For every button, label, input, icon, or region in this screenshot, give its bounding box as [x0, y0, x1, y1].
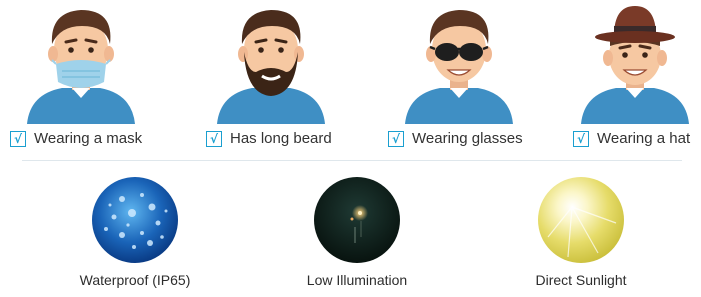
feature-label: Has long beard [230, 130, 332, 147]
feature-hat: √ Wearing a hat [573, 130, 690, 147]
feature-label: Wearing glasses [412, 130, 523, 147]
env-label-direct-sunlight: Direct Sunlight [535, 272, 627, 288]
env-label-waterproof: Waterproof (IP65) [79, 272, 191, 288]
water-drops-icon [92, 177, 178, 263]
avatar-glasses-icon [405, 10, 513, 124]
feature-label: Wearing a mask [34, 130, 143, 147]
checkbox-icon: √ [573, 130, 589, 147]
avatar-mask-icon [27, 10, 135, 124]
checkbox-icon: √ [10, 130, 26, 147]
checkbox-icon: √ [206, 130, 222, 147]
section-divider [22, 160, 682, 161]
night-light-icon [314, 177, 400, 263]
checkbox-icon: √ [388, 130, 404, 147]
feature-beard: √ Has long beard [206, 130, 332, 147]
avatar-hat-icon [581, 6, 689, 124]
env-label-low-illumination: Low Illumination [306, 272, 408, 288]
sun-icon [538, 177, 624, 263]
avatar-beard-icon [217, 10, 325, 124]
feature-glasses: √ Wearing glasses [388, 130, 523, 147]
feature-mask: √ Wearing a mask [10, 130, 142, 147]
feature-label: Wearing a hat [597, 130, 691, 147]
